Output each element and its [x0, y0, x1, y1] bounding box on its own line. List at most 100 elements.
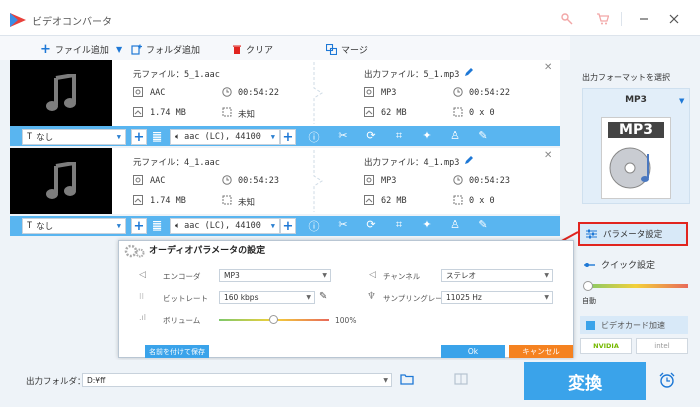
source-resolution: 未知	[238, 198, 256, 208]
format-icon	[133, 175, 143, 185]
filesize-icon	[364, 107, 374, 117]
crop-icon[interactable]: ⌗	[392, 129, 406, 143]
effect-icon[interactable]: ✦	[420, 218, 434, 231]
minimize-button[interactable]	[634, 10, 654, 28]
app-logo-icon	[10, 13, 26, 27]
dropdown-arrow-icon: ▼	[270, 222, 275, 230]
quick-settings: クイック設定	[584, 258, 655, 271]
volume-slider-thumb[interactable]	[269, 315, 278, 324]
output-folder-label: 出力フォルダ：	[26, 377, 86, 387]
gpu-acceleration-toggle[interactable]: ビデオカード加速	[580, 316, 688, 334]
add-audio-button[interactable]: +	[280, 218, 296, 234]
remove-file-button[interactable]: ✕	[544, 62, 552, 73]
quality-slider-track[interactable]	[584, 284, 688, 288]
output-folder-select[interactable]: D:¥ff ▼	[82, 373, 392, 387]
subtitle-edit-icon[interactable]: ✎	[476, 218, 490, 231]
close-button[interactable]	[664, 10, 684, 28]
edit-name-icon[interactable]	[464, 155, 474, 165]
subtitle-select[interactable]: T なし ▼	[22, 218, 126, 234]
merge-button[interactable]: マージ	[326, 42, 368, 56]
quality-slider-thumb[interactable]	[583, 281, 593, 291]
encoder-label: エンコーダ	[163, 272, 201, 281]
encoder-select[interactable]: MP3 ▼	[219, 269, 331, 282]
clock-icon	[222, 87, 232, 97]
subtitle-select[interactable]: T なし ▼	[22, 129, 126, 145]
subtitle-off-icon[interactable]: ䷀	[150, 219, 164, 232]
folder-add-icon	[131, 44, 142, 55]
bitrate-icon: ⁝⁝	[139, 292, 145, 301]
remove-file-button[interactable]: ✕	[544, 150, 552, 161]
samplerate-value: 11025 Hz	[446, 293, 482, 302]
dropdown-arrow-icon: ▼	[270, 133, 275, 141]
clock-icon	[222, 175, 232, 185]
info-icon[interactable]: ⓘ	[307, 129, 321, 145]
samplerate-select[interactable]: 11025 Hz ▼	[441, 291, 553, 304]
intel-badge: intel	[636, 338, 688, 354]
auto-label: 自動	[582, 297, 596, 305]
cart-icon[interactable]	[592, 10, 612, 28]
text-icon: T	[27, 221, 33, 231]
key-icon[interactable]	[557, 10, 577, 28]
dialog-title: オーディオパラメータの設定	[149, 246, 266, 256]
cut-icon[interactable]: ✂︎	[336, 218, 350, 231]
edit-name-icon[interactable]	[464, 67, 474, 77]
add-file-dropdown[interactable]: ▼	[116, 42, 122, 56]
source-size: 1.74 MB	[150, 108, 186, 118]
effect-icon[interactable]: ✦	[420, 129, 434, 142]
subtitle-edit-icon[interactable]: ✎	[476, 129, 490, 142]
add-file-label: ファイル追加	[54, 45, 109, 56]
output-format: MP3	[381, 88, 397, 98]
watermark-icon[interactable]: ♙	[448, 218, 462, 231]
dropdown-arrow-icon: ▼	[544, 294, 549, 301]
bitrate-select[interactable]: 160 kbps ▼	[219, 291, 315, 304]
source-duration: 00:54:22	[238, 88, 279, 98]
add-folder-button[interactable]: フォルダ追加	[131, 42, 200, 56]
cut-icon[interactable]: ✂︎	[336, 129, 350, 142]
volume-value: 100%	[335, 316, 357, 325]
alarm-clock-icon[interactable]	[658, 372, 676, 388]
mp3-file-icon: MP3	[601, 117, 671, 199]
convert-button[interactable]: 変換	[524, 362, 646, 400]
channel-select[interactable]: ステレオ ▼	[441, 269, 553, 282]
cancel-button[interactable]: キャンセル	[509, 345, 573, 358]
format-name: MP3	[625, 95, 647, 105]
channel-value: ステレオ	[446, 271, 476, 280]
audio-track-select[interactable]: 🔈︎ aac (LC), 44100 ▼	[170, 129, 280, 145]
output-resolution: 0 x 0	[469, 108, 495, 118]
ok-button[interactable]: Ok	[441, 345, 505, 358]
save-as-button[interactable]: 名前を付けて保存	[145, 345, 209, 358]
parameter-settings-button[interactable]: パラメータ設定	[578, 222, 688, 246]
output-file-name: 出力ファイル：4_1.mp3	[364, 158, 460, 168]
bitrate-value: 160 kbps	[224, 293, 259, 302]
source-resolution: 未知	[238, 110, 256, 120]
audio-track-select[interactable]: 🔈︎ aac (LC), 44100 ▼	[170, 218, 280, 234]
filesize-icon	[364, 195, 374, 205]
add-audio-button[interactable]: +	[280, 129, 296, 145]
add-subtitle-button[interactable]: +	[131, 218, 147, 234]
nvidia-badge: NVIDIA	[580, 338, 632, 354]
source-duration: 00:54:23	[238, 176, 279, 186]
gpu-accel-label: ビデオカード加速	[601, 320, 665, 330]
source-format: AAC	[150, 176, 166, 186]
crop-icon[interactable]: ⌗	[392, 218, 406, 232]
clear-button[interactable]: クリア	[232, 42, 273, 56]
rotate-icon[interactable]: ⟳	[364, 218, 378, 231]
music-note-icon	[46, 162, 76, 199]
folder-icon[interactable]	[400, 373, 414, 385]
add-subtitle-button[interactable]: +	[131, 129, 147, 145]
app-title: ビデオコンバータ	[32, 17, 112, 28]
parameter-settings-label: パラメータ設定	[603, 230, 663, 240]
info-icon[interactable]: ⓘ	[307, 218, 321, 234]
subtitle-off-icon[interactable]: ䷀	[150, 130, 164, 143]
resolution-icon	[222, 107, 232, 117]
audio-parameter-dialog: オーディオパラメータの設定 ◁ エンコーダ MP3 ▼ ◁ チャンネル ステレオ ▼…	[118, 240, 574, 358]
output-format-selector[interactable]: MP3 ▼ MP3	[582, 88, 690, 204]
rotate-icon[interactable]: ⟳	[364, 129, 378, 142]
merge-output-icon[interactable]	[454, 373, 468, 385]
volume-bars-icon: .ıl	[139, 313, 146, 322]
edit-bitrate-icon[interactable]: ✎	[319, 291, 327, 302]
add-file-button[interactable]: + ファイル追加	[40, 42, 109, 57]
audio-thumbnail	[10, 148, 112, 214]
output-file-name: 出力ファイル：5_1.mp3	[364, 70, 460, 80]
watermark-icon[interactable]: ♙	[448, 129, 462, 142]
